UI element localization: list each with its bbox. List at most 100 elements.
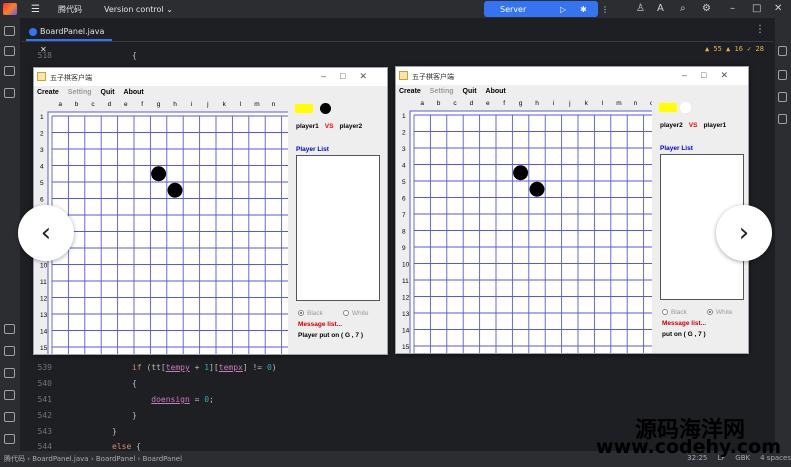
row-label: 5 xyxy=(402,179,406,186)
ide-toolbar: ☰ 腾代码 Version control ⌄ Server ▷ ✱ ⋮ ♙ A… xyxy=(0,0,791,18)
more-icon[interactable]: ⋮ xyxy=(601,5,609,14)
column-label: g xyxy=(519,100,523,107)
gomoku-window-left: 五子棋客户端 –□✕ Create Setting Quit About a b c… xyxy=(33,67,388,355)
tab-boardpanel[interactable]: BoardPanel.java ✕ xyxy=(26,23,112,54)
board-surface[interactable] xyxy=(409,110,652,353)
window-title-bar[interactable]: 五子棋客户端 –□✕ xyxy=(34,68,387,86)
menu-quit[interactable]: Quit xyxy=(463,88,477,95)
run-tool-icon[interactable] xyxy=(4,368,15,378)
problems-icon[interactable] xyxy=(4,412,15,422)
code-line: doensign = 0; xyxy=(151,395,214,404)
ide-window: ☰ 腾代码 Version control ⌄ Server ▷ ✱ ⋮ ♙ A… xyxy=(0,0,791,467)
row-label: 13 xyxy=(402,311,410,318)
java-app-icon xyxy=(399,71,408,80)
menu-quit[interactable]: Quit xyxy=(101,89,115,96)
breadcrumb-item[interactable]: BoardPanel.java xyxy=(32,455,88,463)
close-icon[interactable]: ✕ xyxy=(774,3,782,14)
menu-bar: Create Setting Quit About xyxy=(396,85,748,97)
column-label: l xyxy=(602,100,604,107)
window-title-bar[interactable]: 五子棋客户端 –□✕ xyxy=(396,67,748,85)
project-tool-icon[interactable] xyxy=(4,26,15,36)
column-label: j xyxy=(206,101,208,108)
breadcrumb-item[interactable]: BoardPanel xyxy=(96,455,135,463)
window-controls[interactable]: –□✕ xyxy=(321,71,381,82)
breadcrumb-item[interactable]: BoardPanel xyxy=(143,455,182,463)
column-label: k xyxy=(223,101,227,108)
debug-icon[interactable]: ✱ xyxy=(580,5,587,14)
row-label: 9 xyxy=(402,245,406,252)
translate-icon[interactable]: A xyxy=(657,3,664,14)
structure-tool-icon[interactable] xyxy=(4,46,15,56)
gear-icon[interactable]: ⚙ xyxy=(702,3,711,14)
row-label: 7 xyxy=(402,212,406,219)
board-canvas[interactable]: abcdefghijklmno12345678910111213141516 xyxy=(36,98,288,354)
breadcrumb-item[interactable]: 腾代码 xyxy=(4,455,25,463)
window-controls[interactable]: –□✕ xyxy=(682,70,742,81)
row-label: 1 xyxy=(402,113,406,120)
player-a: player2 xyxy=(660,122,683,129)
search-icon[interactable]: ⌕ xyxy=(680,3,686,14)
column-label: b xyxy=(75,101,79,108)
color-radios: Black White xyxy=(662,309,733,316)
account-icon[interactable]: ♙ xyxy=(636,3,645,14)
column-label: n xyxy=(634,100,638,107)
column-label: e xyxy=(124,101,128,108)
row-label: 15 xyxy=(40,345,48,352)
menu-about[interactable]: About xyxy=(124,89,144,96)
column-label: a xyxy=(58,101,62,108)
project-selector[interactable]: 腾代码 xyxy=(58,4,82,15)
board-surface[interactable] xyxy=(47,111,288,354)
breadcrumb[interactable]: 腾代码 › BoardPanel.java › BoardPanel › Boa… xyxy=(4,454,182,464)
watermark-url: www.codehy.com xyxy=(596,436,781,458)
plugin-tool-icon[interactable] xyxy=(4,66,15,76)
minimize-icon[interactable]: – xyxy=(730,3,735,14)
next-slide-button[interactable]: › xyxy=(716,205,772,261)
player-list-label: Player List xyxy=(296,146,329,153)
vs-label: VS xyxy=(688,122,698,129)
run-config-bar[interactable]: Server ▷ ✱ ⋮ xyxy=(484,1,609,17)
run-config-label[interactable]: Server xyxy=(500,5,526,14)
row-label: 12 xyxy=(40,296,48,303)
notifications-icon[interactable] xyxy=(778,46,787,56)
build-tool-icon[interactable] xyxy=(4,390,15,400)
black-stone xyxy=(529,181,545,197)
player-a: player1 xyxy=(296,123,319,130)
run-icon[interactable]: ▷ xyxy=(560,5,566,14)
column-label: f xyxy=(141,101,143,108)
board-canvas[interactable]: a b c d e f g h i j k l m n o123456789101112131415 xyxy=(398,97,652,353)
column-label: c xyxy=(91,101,95,108)
chevron-right-icon: › xyxy=(738,218,750,248)
version-control-menu[interactable]: Version control ⌄ xyxy=(104,5,173,14)
inspection-counts[interactable]: ▲ 55 ▲ 16 ✓ 28 xyxy=(705,45,764,53)
game-board[interactable]: abcdefghijklmno12345678910111213141516 xyxy=(36,98,288,354)
database-icon[interactable] xyxy=(778,70,787,80)
line-number: 539 xyxy=(37,363,52,372)
column-label: m xyxy=(254,101,259,108)
maximize-icon[interactable]: □ xyxy=(752,3,761,14)
editor-tab-bar: BoardPanel.java ✕ ⋮ xyxy=(22,20,773,54)
menu-about[interactable]: About xyxy=(486,88,506,95)
maven-icon[interactable] xyxy=(778,114,787,124)
line-number: 540 xyxy=(37,379,52,388)
gradle-icon[interactable] xyxy=(778,92,787,102)
terminal-icon[interactable] xyxy=(4,324,15,334)
services-icon[interactable] xyxy=(4,346,15,356)
code-line: { xyxy=(132,379,137,388)
menu-create[interactable]: Create xyxy=(399,88,421,95)
more-tools-icon[interactable] xyxy=(4,88,15,98)
game-board[interactable]: a b c d e f g h i j k l m n o 1 2 3 4 5 6 7 8 9 10 11 12 13 14 15 xyxy=(398,97,652,353)
row-label: 4 xyxy=(402,163,406,170)
git-icon[interactable] xyxy=(4,434,15,444)
tab-more-icon[interactable]: ⋮ xyxy=(755,24,765,35)
players-line: player1 VS player2 xyxy=(296,123,362,130)
vs-label: VS xyxy=(324,123,334,130)
ide-logo-icon xyxy=(3,3,17,15)
prev-slide-button[interactable]: ‹ xyxy=(18,205,74,261)
menu-create[interactable]: Create xyxy=(37,89,59,96)
code-line: } xyxy=(112,427,117,436)
row-label: 10 xyxy=(40,263,48,270)
hamburger-menu-icon[interactable]: ☰ xyxy=(31,4,40,15)
row-label: 11 xyxy=(402,278,409,285)
code-line: { xyxy=(132,51,137,60)
player-list[interactable] xyxy=(296,155,380,301)
